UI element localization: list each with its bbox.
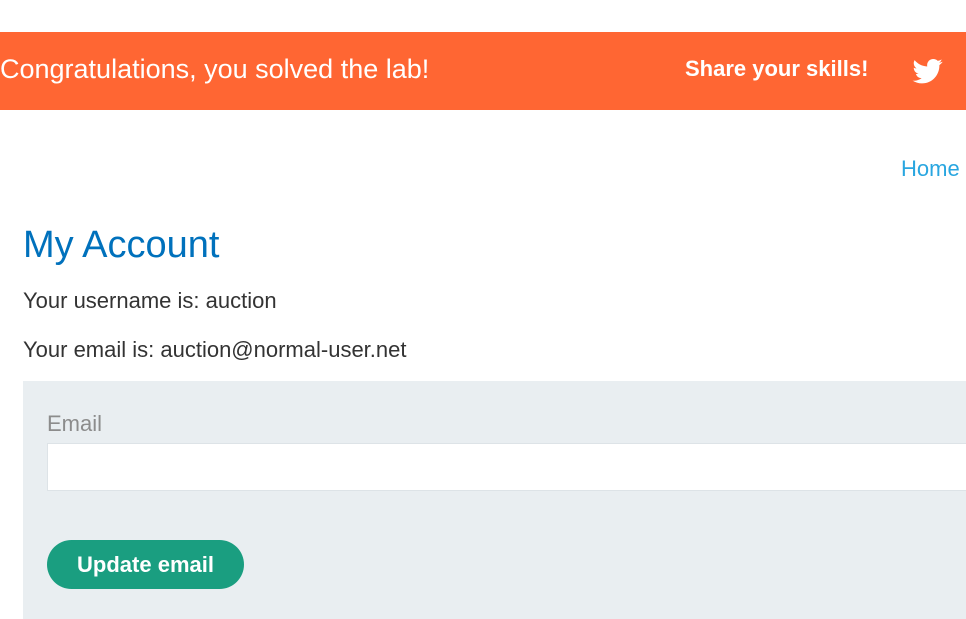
change-email-form: Email Update email — [23, 381, 966, 619]
share-skills-label: Share your skills! — [685, 56, 869, 81]
home-link[interactable]: Home — [901, 156, 960, 182]
banner-message: Congratulations, you solved the lab! — [0, 54, 430, 84]
update-email-button[interactable]: Update email — [47, 540, 244, 589]
email-field-label: Email — [47, 411, 103, 436]
twitter-icon[interactable] — [912, 56, 944, 86]
email-text: Your email is: auction@normal-user.net — [23, 337, 407, 362]
solved-banner: Congratulations, you solved the lab! Sha… — [0, 32, 966, 110]
page-title: My Account — [23, 224, 220, 266]
email-field[interactable] — [47, 443, 966, 491]
username-text: Your username is: auction — [23, 288, 277, 313]
